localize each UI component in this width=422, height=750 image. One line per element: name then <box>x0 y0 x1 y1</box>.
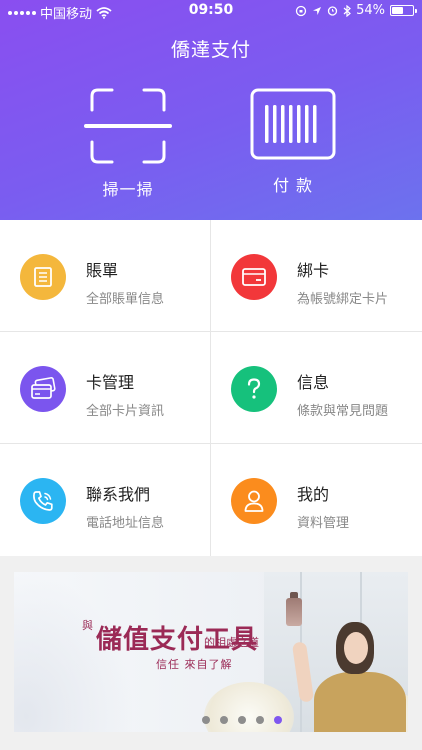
menu-item-bills[interactable]: 賬單 全部賬單信息 <box>0 220 211 332</box>
app-title: 僑達支付 <box>170 39 251 61</box>
banner-decoration <box>286 598 302 626</box>
menu-item-subtitle: 全部卡片資訊 <box>86 404 165 419</box>
banner-subline: 信任 來自了解 <box>156 658 233 671</box>
banner-decoration <box>344 632 368 664</box>
header: 中国移动 09:50 54% 僑達支付 掃一掃 付 款 <box>0 0 422 220</box>
battery-percent: 54% <box>356 3 385 18</box>
barcode-icon <box>250 88 336 160</box>
menu-item-card-management[interactable]: 卡管理 全部卡片資訊 <box>0 332 211 444</box>
menu-item-subtitle: 資料管理 <box>297 516 350 531</box>
user-icon <box>231 478 277 524</box>
status-bar: 中国移动 09:50 54% <box>0 0 422 22</box>
menu-item-contact[interactable]: 聯系我們 電話地址信息 <box>0 444 211 556</box>
banner-text-post: 的相處之道 <box>204 636 259 649</box>
phone-icon <box>20 478 66 524</box>
card-icon <box>231 254 277 300</box>
menu-item-info[interactable]: 信息 條款與常見問題 <box>211 332 422 444</box>
bill-icon <box>20 254 66 300</box>
banner-text-pre: 與 <box>82 619 93 632</box>
menu-item-subtitle: 電話地址信息 <box>86 516 165 531</box>
menu-grid: 賬單 全部賬單信息 綁卡 為帳號綁定卡片 卡管理 全部卡片資訊 信息 條款與常見… <box>0 220 422 556</box>
menu-item-subtitle: 為帳號綁定卡片 <box>297 292 389 307</box>
carousel-dot[interactable] <box>202 716 210 724</box>
carousel-dot[interactable] <box>220 716 228 724</box>
carousel-dot[interactable] <box>274 716 282 724</box>
cards-icon <box>20 366 66 412</box>
scan-label: 掃一掃 <box>102 180 154 199</box>
pay-button[interactable]: 付 款 <box>228 88 358 196</box>
menu-item-title: 我的 <box>297 485 330 504</box>
menu-item-bind-card[interactable]: 綁卡 為帳號綁定卡片 <box>211 220 422 332</box>
menu-item-title: 卡管理 <box>86 373 135 392</box>
menu-item-subtitle: 條款與常見問題 <box>297 404 389 419</box>
scan-icon <box>84 88 172 164</box>
carousel-dot[interactable] <box>238 716 246 724</box>
menu-item-title: 綁卡 <box>297 261 330 280</box>
carousel-dot[interactable] <box>256 716 264 724</box>
battery-icon <box>390 5 417 16</box>
menu-item-mine[interactable]: 我的 資料管理 <box>211 444 422 556</box>
menu-item-subtitle: 全部賬單信息 <box>86 292 165 307</box>
promo-banner[interactable]: 與 儲值支付工具 的相處之道 信任 來自了解 <box>14 572 408 732</box>
carousel-indicator <box>14 716 408 724</box>
menu-item-title: 信息 <box>297 373 330 392</box>
scan-button[interactable]: 掃一掃 <box>63 88 193 200</box>
location-icon <box>313 6 322 15</box>
question-icon <box>231 366 277 412</box>
rotation-lock-icon <box>295 5 307 16</box>
alarm-icon <box>327 6 338 16</box>
pay-label: 付 款 <box>272 176 314 195</box>
menu-item-title: 聯系我們 <box>86 485 151 504</box>
menu-item-title: 賬單 <box>86 261 119 280</box>
bluetooth-icon <box>343 4 352 17</box>
